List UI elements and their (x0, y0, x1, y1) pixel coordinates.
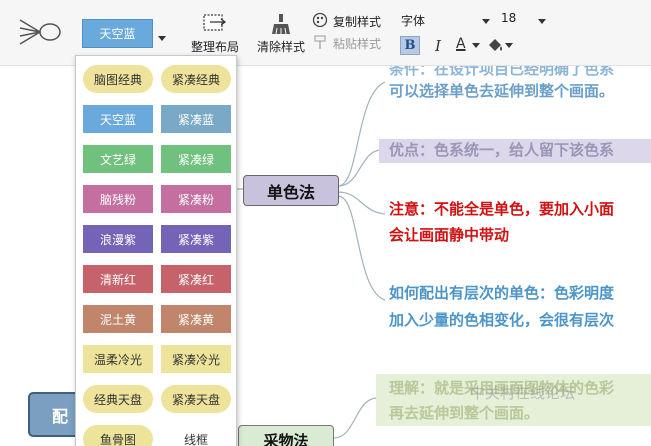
copy-style-button[interactable]: 复制样式 (333, 13, 381, 30)
font-size-arrow-icon[interactable] (538, 19, 546, 24)
font-color-label: A (456, 36, 466, 52)
theme-option[interactable]: 紧凑绿 (161, 145, 231, 173)
font-color-button[interactable]: A (456, 36, 466, 52)
theme-option[interactable]: 鱼骨图 (83, 425, 153, 446)
theme-option[interactable]: 紧凑天盘 (161, 385, 231, 413)
theme-select-button[interactable]: 天空蓝 (82, 19, 153, 48)
topic-single-color[interactable]: 单色法 (243, 175, 339, 206)
theme-option[interactable]: 浪漫紫 (83, 225, 153, 253)
theme-option[interactable]: 紧凑粉 (161, 185, 231, 213)
clear-style-button[interactable]: 清除样式 (257, 38, 305, 55)
understand-text-line2: 再去延伸到整个画面。 (389, 404, 540, 422)
clear-style-icon[interactable] (270, 12, 292, 40)
paste-style-button[interactable]: 粘贴样式 (333, 35, 381, 52)
layout-icon[interactable] (202, 12, 228, 38)
font-size-select[interactable]: 18 (501, 11, 516, 25)
fill-color-arrow-icon[interactable] (505, 43, 513, 48)
layout-button[interactable]: 整理布局 (191, 38, 239, 55)
theme-option[interactable]: 紧凑黄 (161, 305, 231, 333)
mindmap-structure-icon[interactable] (16, 14, 62, 54)
topic-object-color[interactable]: 采物法 (238, 425, 334, 446)
copy-style-icon[interactable] (312, 12, 328, 32)
warning-text[interactable]: 注意：不能全是单色，要加入小面 (389, 198, 614, 220)
theme-option[interactable]: 紧凑紫 (161, 225, 231, 253)
theme-option[interactable]: 天空蓝 (83, 105, 153, 133)
fill-color-icon[interactable] (486, 36, 504, 58)
theme-option[interactable]: 紧凑蓝 (161, 105, 231, 133)
howto-text-line2[interactable]: 加入少量的色相变化，会很有层次 (389, 309, 614, 331)
theme-option[interactable]: 泥土黄 (83, 305, 153, 333)
theme-option[interactable]: 紧凑经典 (161, 65, 231, 93)
theme-option[interactable]: 线框 (161, 425, 231, 446)
theme-option[interactable]: 温柔冷光 (83, 345, 153, 373)
theme-option[interactable]: 文艺绿 (83, 145, 153, 173)
theme-dropdown-arrow-icon[interactable] (158, 36, 166, 41)
font-family-arrow-icon[interactable] (482, 19, 490, 24)
font-color-arrow-icon[interactable] (472, 43, 480, 48)
watermark: 中关村在线论坛 (470, 384, 576, 402)
paste-style-icon[interactable] (313, 34, 327, 54)
top-condition-text-line2[interactable]: 可以选择单色去延伸到整个画面。 (389, 80, 614, 102)
theme-option[interactable]: 清新红 (83, 265, 153, 293)
advantage-node[interactable]: 优点：色系统一，给人留下该色系 (379, 139, 651, 163)
font-family-select[interactable]: 字体 (401, 12, 425, 29)
theme-option[interactable]: 紧凑冷光 (161, 345, 231, 373)
theme-option[interactable]: 脑残粉 (83, 185, 153, 213)
theme-option[interactable]: 紧凑红 (161, 265, 231, 293)
bold-button[interactable]: B (400, 36, 420, 55)
italic-button[interactable]: I (430, 36, 446, 55)
theme-dropdown-menu: 脑图经典 紧凑经典 天空蓝 紧凑蓝 文艺绿 紧凑绿 脑残粉 紧凑粉 浪漫紫 紧凑紫 清新红 紧凑红 泥土… (75, 55, 237, 446)
warning-text-line2[interactable]: 会让画面静中带动 (389, 224, 509, 246)
howto-text[interactable]: 如何配出有层次的单色：色彩明度 (389, 282, 614, 304)
theme-option[interactable]: 脑图经典 (83, 65, 153, 93)
theme-option[interactable]: 经典天盘 (83, 385, 153, 413)
